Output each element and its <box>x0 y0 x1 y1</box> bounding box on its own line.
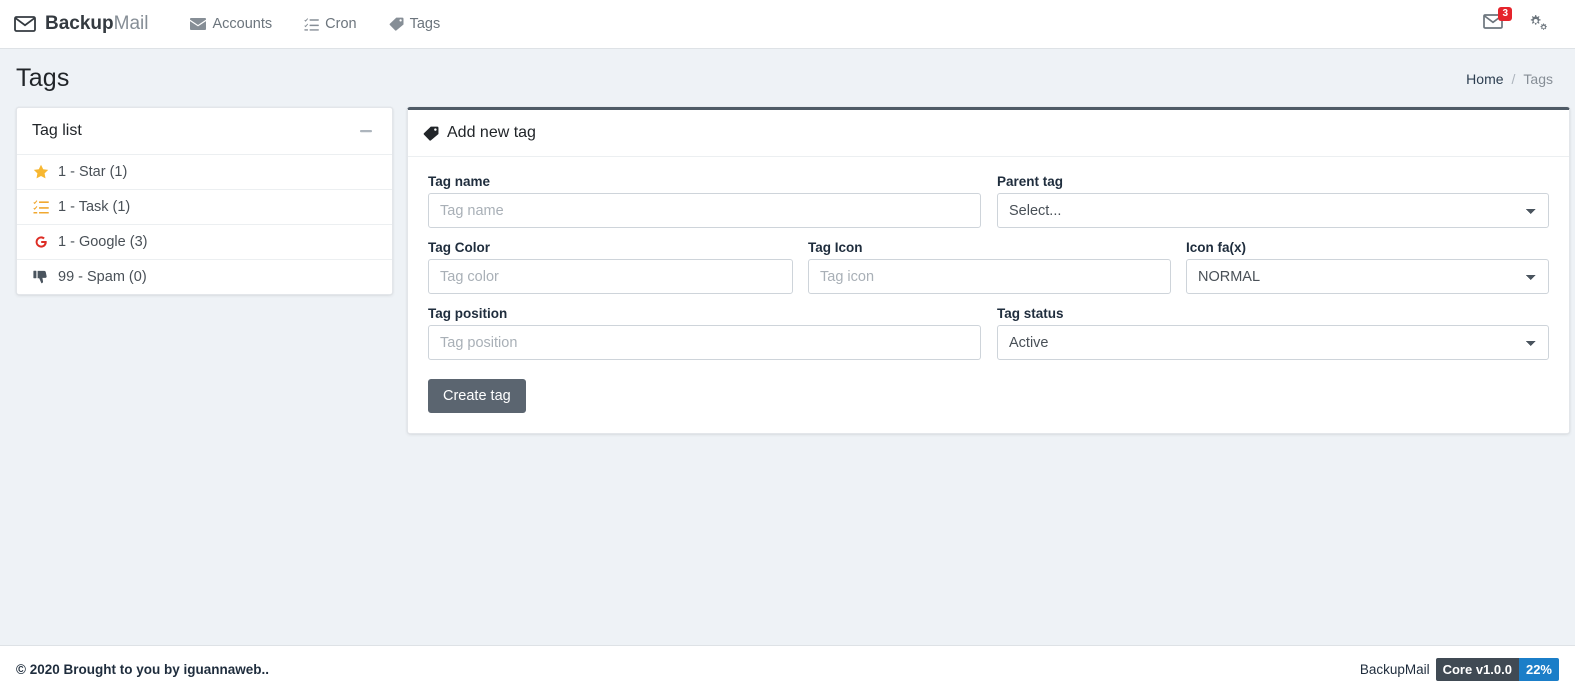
field-parent-tag: Parent tag Select... <box>997 174 1549 228</box>
field-tag-name: Tag name <box>428 174 981 228</box>
breadcrumb: Home / Tags <box>1466 71 1553 87</box>
field-tag-status: Tag status Active <box>997 306 1549 360</box>
breadcrumb-current: Tags <box>1523 70 1553 87</box>
tag-list-title: Tag list <box>32 122 82 139</box>
tag-list-card-header: Tag list <box>17 108 392 155</box>
percent-badge: 22% <box>1518 657 1559 681</box>
tag-name-input[interactable] <box>428 193 981 228</box>
form-row-3: Tag position Tag status Active <box>428 306 1549 372</box>
tag-list-column: Tag list 1 - Star (1) 1 - Task (1) 1 - G… <box>16 107 393 295</box>
top-navbar: BackupMail Accounts Cron Tags 3 <box>0 0 1575 49</box>
tasks-icon <box>32 200 49 214</box>
tag-list-item-google[interactable]: 1 - Google (3) <box>17 225 392 259</box>
field-tag-icon: Tag Icon <box>808 240 1171 294</box>
footer-credit: © 2020 Brought to you by iguannaweb.. <box>16 662 269 677</box>
tag-color-input[interactable] <box>428 259 793 294</box>
list-item: 1 - Star (1) <box>17 155 392 190</box>
nav-item-cron-label: Cron <box>325 16 357 32</box>
form-spacer <box>1171 240 1186 306</box>
page-footer: © 2020 Brought to you by iguannaweb.. Ba… <box>0 645 1575 692</box>
field-icon-fax: Icon fa(x) NORMAL <box>1186 240 1549 294</box>
tag-icon-input[interactable] <box>808 259 1171 294</box>
add-tag-column: Add new tag Tag name Parent tag Select..… <box>407 107 1570 434</box>
tag-status-select[interactable]: Active <box>997 325 1549 360</box>
minus-icon[interactable] <box>355 122 377 140</box>
form-spacer <box>793 240 808 306</box>
tag-icon-label: Tag Icon <box>808 240 863 255</box>
google-icon <box>32 234 49 250</box>
footer-version: BackupMail Core v1.0.0 22% <box>1359 657 1559 681</box>
envelope-icon <box>14 16 36 32</box>
tasks-icon <box>304 17 319 31</box>
tag-list-card-tools <box>355 122 377 140</box>
footer-credit-text: Brought to you by iguannaweb.. <box>63 661 269 677</box>
tag-list-item-label: 1 - Task (1) <box>58 199 131 215</box>
list-item: 99 - Spam (0) <box>17 260 392 294</box>
field-tag-color: Tag Color <box>428 240 793 294</box>
tag-list-item-star[interactable]: 1 - Star (1) <box>17 155 392 189</box>
tag-icon <box>389 17 404 31</box>
list-item: 1 - Task (1) <box>17 190 392 225</box>
main-content: Tag list 1 - Star (1) 1 - Task (1) 1 - G… <box>0 107 1575 434</box>
page-title: Tags <box>16 64 70 92</box>
nav-item-accounts-label: Accounts <box>212 16 273 32</box>
navbar-right-actions: 3 <box>1483 7 1559 36</box>
breadcrumb-home[interactable]: Home <box>1466 71 1503 87</box>
messages-button[interactable]: 3 <box>1483 7 1512 34</box>
add-tag-title-wrap: Add new tag <box>423 124 536 142</box>
form-row-2: Tag Color Tag Icon Icon fa(x) NORMAL <box>428 240 1549 306</box>
tag-color-label: Tag Color <box>428 240 490 255</box>
form-spacer <box>981 306 997 372</box>
nav-links: Accounts Cron Tags <box>174 8 456 40</box>
brand-name-light: Mail <box>113 13 149 34</box>
icon-fax-label: Icon fa(x) <box>1186 240 1247 255</box>
tag-status-label: Tag status <box>997 306 1064 321</box>
envelope-icon <box>190 18 207 30</box>
footer-brand: BackupMail <box>1359 661 1430 677</box>
tag-position-label: Tag position <box>428 306 508 321</box>
tag-icon <box>423 126 439 141</box>
add-tag-title: Add new tag <box>447 124 536 141</box>
thumbs-down-icon <box>32 270 49 285</box>
messages-count-badge: 3 <box>1498 7 1512 21</box>
tag-list-item-label: 99 - Spam (0) <box>58 269 147 285</box>
tag-list-card: Tag list 1 - Star (1) 1 - Task (1) 1 - G… <box>16 107 393 295</box>
cogs-icon <box>1527 13 1549 36</box>
version-badge: Core v1.0.0 <box>1435 657 1519 681</box>
add-tag-card: Add new tag Tag name Parent tag Select..… <box>407 107 1570 434</box>
nav-item-tags-label: Tags <box>409 16 441 32</box>
tag-list-item-spam[interactable]: 99 - Spam (0) <box>17 260 392 294</box>
form-spacer <box>981 174 997 240</box>
footer-copyright: © 2020 <box>16 661 64 677</box>
brand-name-strong: Backup <box>45 13 114 34</box>
breadcrumb-separator: / <box>1511 70 1516 87</box>
parent-tag-select[interactable]: Select... <box>997 193 1549 228</box>
icon-fax-select[interactable]: NORMAL <box>1186 259 1549 294</box>
field-tag-position: Tag position <box>428 306 981 360</box>
tag-list-item-label: 1 - Star (1) <box>58 164 128 180</box>
tag-position-input[interactable] <box>428 325 981 360</box>
tag-name-label: Tag name <box>428 174 491 189</box>
nav-item-accounts[interactable]: Accounts <box>174 8 288 40</box>
nav-item-cron[interactable]: Cron <box>288 8 372 40</box>
tag-list-item-label: 1 - Google (3) <box>58 234 148 250</box>
form-row-1: Tag name Parent tag Select... <box>428 174 1549 240</box>
add-tag-card-header: Add new tag <box>408 110 1569 157</box>
tag-list-item-task[interactable]: 1 - Task (1) <box>17 190 392 224</box>
star-icon <box>32 164 49 180</box>
list-item: 1 - Google (3) <box>17 225 392 260</box>
create-tag-button[interactable]: Create tag <box>428 379 526 413</box>
parent-tag-label: Parent tag <box>997 174 1064 189</box>
add-tag-form: Tag name Parent tag Select... Tag Color <box>408 157 1569 433</box>
nav-item-tags[interactable]: Tags <box>373 8 457 40</box>
brand-logo[interactable]: BackupMail <box>14 13 148 35</box>
content-header: Tags Home / Tags <box>0 49 1575 107</box>
settings-button[interactable] <box>1527 13 1549 36</box>
tag-list: 1 - Star (1) 1 - Task (1) 1 - Google (3)… <box>17 155 392 294</box>
